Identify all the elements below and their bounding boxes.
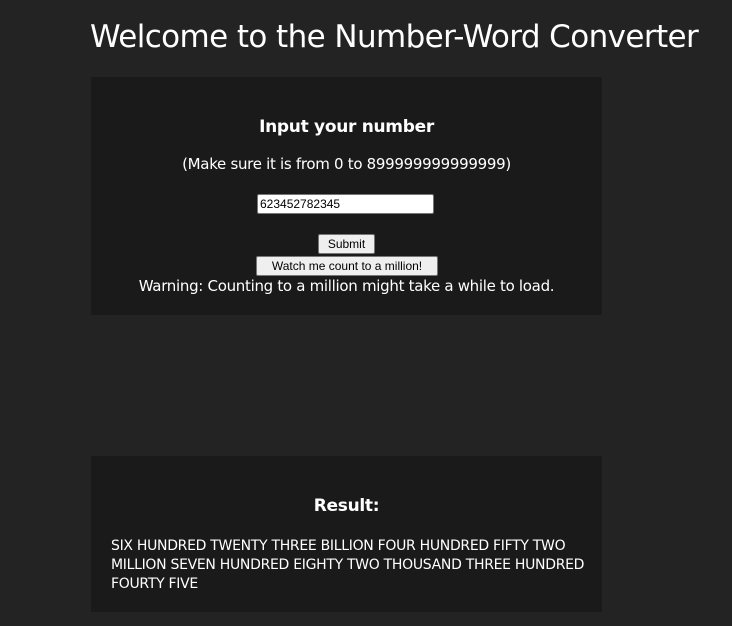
warning-text: Warning: Counting to a million might tak… (138, 277, 555, 295)
page-title: Welcome to the Number-Word Converter (90, 19, 699, 55)
result-text: SIX HUNDRED TWENTY THREE BILLION FOUR HU… (111, 538, 585, 592)
count-to-million-button[interactable]: Watch me count to a million! (256, 256, 438, 276)
number-input[interactable] (257, 194, 434, 214)
input-panel: Input your number (Make sure it is from … (91, 77, 602, 315)
result-heading: Result: (313, 496, 380, 516)
result-panel: Result: SIX HUNDRED TWENTY THREE BILLION… (91, 456, 602, 612)
input-heading: Input your number (259, 117, 434, 137)
range-note: (Make sure it is from 0 to 8999999999999… (182, 155, 511, 173)
submit-button[interactable]: Submit (318, 234, 375, 254)
